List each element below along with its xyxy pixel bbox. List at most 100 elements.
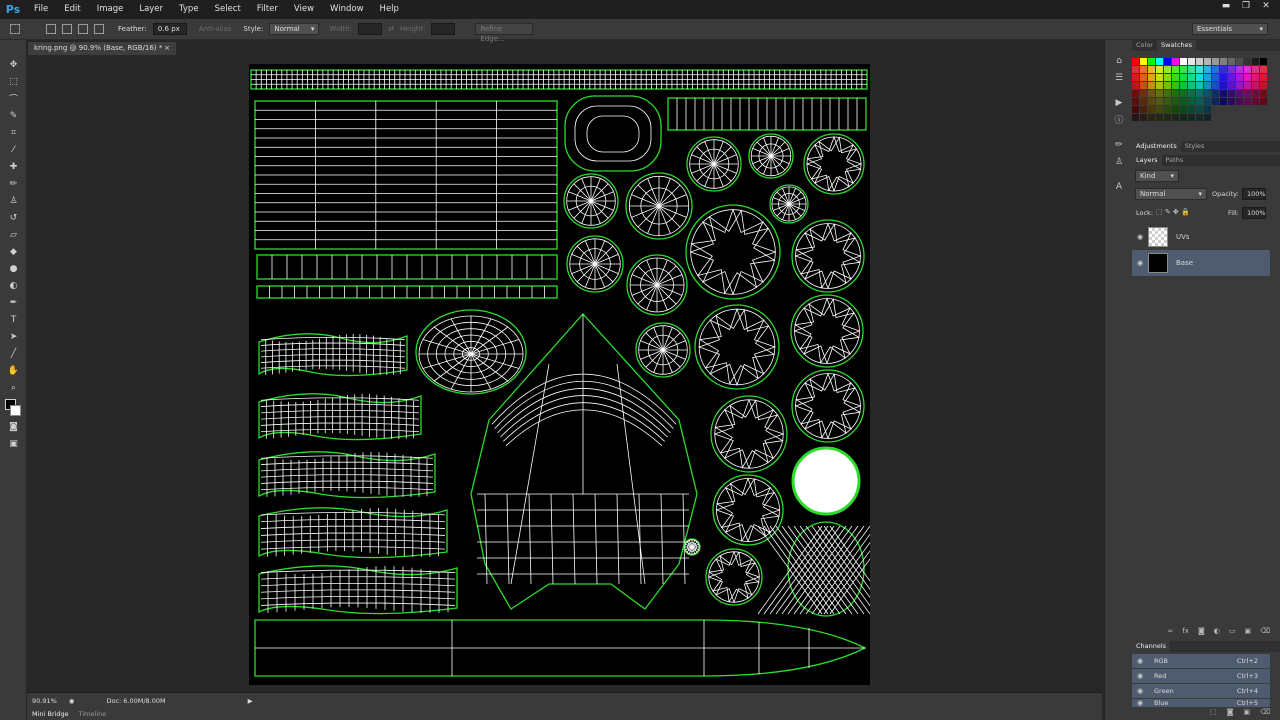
swatch[interactable] [1260, 98, 1267, 105]
swatch[interactable] [1196, 106, 1203, 113]
swatch[interactable] [1140, 114, 1147, 121]
swatch[interactable] [1180, 90, 1187, 97]
swatch[interactable] [1260, 66, 1267, 73]
swatch[interactable] [1204, 58, 1211, 65]
swatch[interactable] [1212, 98, 1219, 105]
fx-icon[interactable]: fx [1182, 627, 1189, 639]
save-selection-icon[interactable]: ◙ [1227, 708, 1234, 720]
swap-icon[interactable]: ⇄ [388, 25, 394, 33]
swatch[interactable] [1236, 90, 1243, 97]
add-selection-icon[interactable] [62, 24, 72, 34]
swatch[interactable] [1172, 58, 1179, 65]
swatch[interactable] [1220, 82, 1227, 89]
menu-type[interactable]: Type [171, 0, 207, 19]
swatch[interactable] [1196, 114, 1203, 121]
swatch[interactable] [1148, 90, 1155, 97]
channel-row-rgb[interactable]: ◉ RGB Ctrl+2 [1132, 654, 1270, 668]
swatch[interactable] [1212, 90, 1219, 97]
swatch[interactable] [1132, 74, 1139, 81]
layer-row-uvs[interactable]: ◉ UVs [1132, 224, 1270, 250]
swatch[interactable] [1188, 58, 1195, 65]
swatch[interactable] [1204, 74, 1211, 81]
swatch[interactable] [1172, 90, 1179, 97]
mask-icon[interactable]: ◙ [1198, 627, 1205, 639]
swatch[interactable] [1132, 106, 1139, 113]
trash-icon[interactable]: ⌫ [1260, 627, 1270, 639]
blur-tool-icon[interactable]: ● [0, 260, 27, 277]
actions-icon[interactable]: ▶ [1105, 94, 1133, 111]
swatch[interactable] [1196, 98, 1203, 105]
brush-tool-icon[interactable]: ✏ [0, 175, 27, 192]
swatch[interactable] [1236, 66, 1243, 73]
line-tool-icon[interactable]: ╱ [0, 345, 27, 362]
close-button[interactable]: ✕ [1256, 0, 1276, 14]
swatch[interactable] [1172, 66, 1179, 73]
swatch[interactable] [1188, 66, 1195, 73]
swatch[interactable] [1204, 98, 1211, 105]
history-brush-icon[interactable]: ↺ [0, 209, 27, 226]
swatch[interactable] [1180, 66, 1187, 73]
swatch[interactable] [1164, 114, 1171, 121]
swatch[interactable] [1260, 58, 1267, 65]
crop-tool-icon[interactable]: ⌗ [0, 124, 27, 141]
swatch[interactable] [1220, 90, 1227, 97]
swatch[interactable] [1252, 82, 1259, 89]
document-tab[interactable]: kring.png @ 90.9% (Base, RGB/16) * × [27, 41, 177, 55]
pen-tool-icon[interactable]: ✒ [0, 294, 27, 311]
channel-row-blue[interactable]: ◉ Blue Ctrl+5 [1132, 699, 1270, 707]
swatch[interactable] [1228, 98, 1235, 105]
healing-brush-icon[interactable]: ✚ [0, 158, 27, 175]
paint-bucket-icon[interactable]: ◆ [0, 243, 27, 260]
swatch[interactable] [1212, 82, 1219, 89]
swatch[interactable] [1164, 66, 1171, 73]
swatch[interactable] [1236, 82, 1243, 89]
swatch[interactable] [1180, 114, 1187, 121]
width-input[interactable] [358, 23, 383, 35]
lasso-tool-icon[interactable]: ⌒ [0, 90, 27, 107]
swatch[interactable] [1180, 82, 1187, 89]
document-canvas[interactable] [249, 64, 895, 685]
swatch[interactable] [1164, 74, 1171, 81]
swatch[interactable] [1252, 58, 1259, 65]
swatch[interactable] [1212, 58, 1219, 65]
swatch[interactable] [1196, 74, 1203, 81]
swatch[interactable] [1228, 90, 1235, 97]
swatch[interactable] [1260, 82, 1267, 89]
swatch[interactable] [1228, 74, 1235, 81]
menu-view[interactable]: View [286, 0, 322, 19]
zoom-level[interactable]: 90.91% [32, 697, 57, 705]
swatch[interactable] [1172, 98, 1179, 105]
swatch[interactable] [1180, 106, 1187, 113]
swatch[interactable] [1204, 82, 1211, 89]
swatch[interactable] [1156, 106, 1163, 113]
swatch[interactable] [1196, 58, 1203, 65]
swatch[interactable] [1140, 66, 1147, 73]
swatch[interactable] [1148, 106, 1155, 113]
group-icon[interactable]: ▭ [1229, 627, 1236, 639]
swatch[interactable] [1172, 82, 1179, 89]
swatch[interactable] [1260, 90, 1267, 97]
close-tab-icon[interactable]: × [164, 42, 170, 55]
swatch[interactable] [1196, 90, 1203, 97]
visibility-eye-icon[interactable]: ◉ [1132, 687, 1148, 695]
type-tool-icon[interactable]: T [0, 311, 27, 328]
swatch[interactable] [1252, 90, 1259, 97]
swatch[interactable] [1212, 74, 1219, 81]
subtract-selection-icon[interactable] [78, 24, 88, 34]
properties-icon[interactable]: ☰ [1105, 69, 1133, 86]
swatch[interactable] [1156, 66, 1163, 73]
marquee-preset-icon[interactable] [10, 24, 20, 34]
swatch[interactable] [1132, 82, 1139, 89]
swatch[interactable] [1188, 106, 1195, 113]
swatch[interactable] [1244, 82, 1251, 89]
intersect-selection-icon[interactable] [94, 24, 104, 34]
tab-swatches[interactable]: Swatches [1156, 40, 1197, 51]
swatch[interactable] [1220, 98, 1227, 105]
swatch[interactable] [1236, 98, 1243, 105]
move-tool-icon[interactable]: ✥ [0, 56, 27, 73]
background-color[interactable] [10, 405, 21, 416]
swatch[interactable] [1132, 98, 1139, 105]
swatch[interactable] [1164, 82, 1171, 89]
menu-layer[interactable]: Layer [131, 0, 171, 19]
tab-mini-bridge[interactable]: Mini Bridge [32, 710, 69, 718]
